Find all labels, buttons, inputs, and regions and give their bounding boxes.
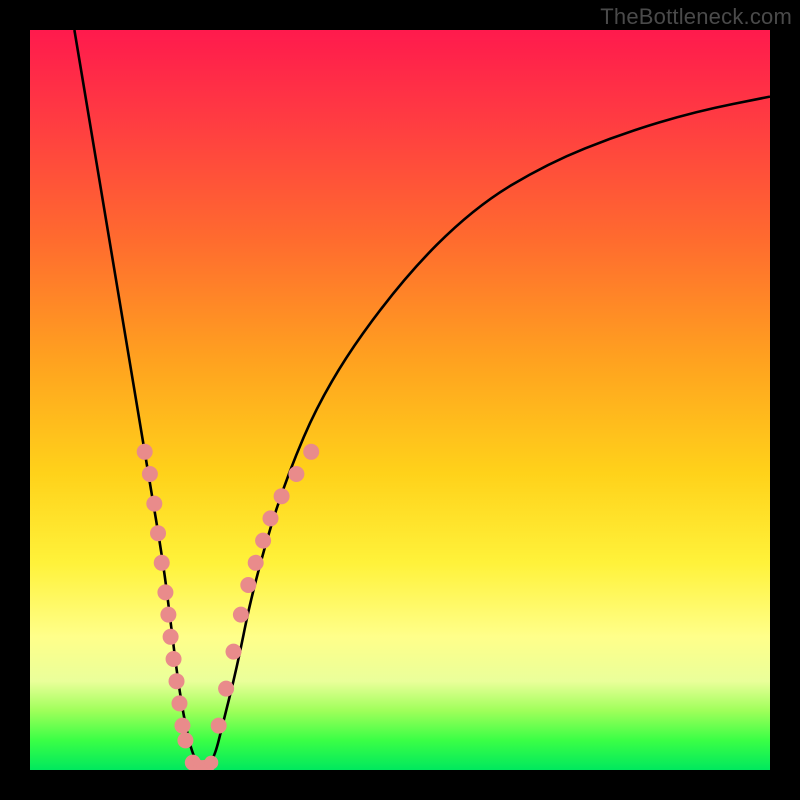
marker-dot [233,607,249,623]
marker-dot [142,466,158,482]
marker-dot [150,525,166,541]
marker-dot [274,488,290,504]
marker-dot [218,681,234,697]
chart-frame: TheBottleneck.com [0,0,800,800]
marker-dot [157,584,173,600]
plot-area [30,30,770,770]
marker-cluster-right [211,444,320,734]
marker-dot [303,444,319,460]
marker-dot [240,577,256,593]
watermark-text: TheBottleneck.com [600,4,792,30]
marker-dot [137,444,153,460]
marker-dot [255,533,271,549]
marker-dot [288,466,304,482]
marker-dot [146,496,162,512]
marker-dot [166,651,182,667]
marker-dot [171,695,187,711]
marker-dot [174,718,190,734]
curve-layer [30,30,770,770]
marker-dot [160,607,176,623]
marker-cluster-left [137,444,201,770]
marker-dot [169,673,185,689]
marker-dot [204,756,218,770]
marker-dot [163,629,179,645]
marker-dot [248,555,264,571]
marker-dot [226,644,242,660]
marker-dot [177,732,193,748]
marker-dot [263,510,279,526]
marker-dot [211,718,227,734]
marker-dot [154,555,170,571]
